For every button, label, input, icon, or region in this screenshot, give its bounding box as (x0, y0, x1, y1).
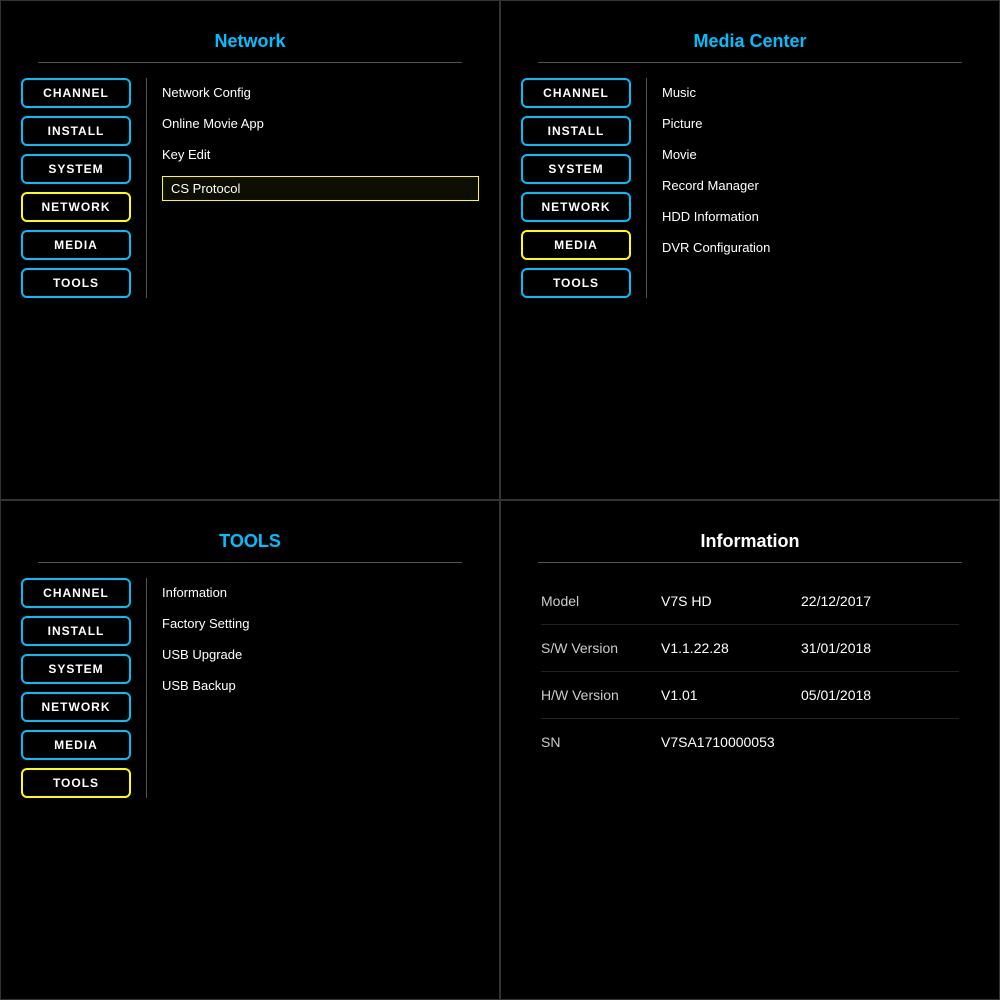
media-center-nav: CHANNEL INSTALL SYSTEM NETWORK MEDIA TOO… (521, 78, 631, 298)
media-btn-network[interactable]: NETWORK (521, 192, 631, 222)
info-value-sw: V1.1.22.28 (661, 640, 781, 656)
info-value-hw: V1.01 (661, 687, 781, 703)
information-quadrant: Information Model V7S HD 22/12/2017 S/W … (500, 500, 1000, 1000)
network-vert-divider (146, 78, 147, 298)
tools-btn-system[interactable]: SYSTEM (21, 654, 131, 684)
network-title: Network (214, 31, 285, 52)
tools-btn-network[interactable]: NETWORK (21, 692, 131, 722)
network-btn-tools[interactable]: TOOLS (21, 268, 131, 298)
info-date-hw: 05/01/2018 (801, 687, 871, 703)
network-menu-movie-app[interactable]: Online Movie App (162, 114, 479, 133)
info-row-sn: SN V7SA1710000053 (541, 719, 959, 765)
info-value-sn: V7SA1710000053 (661, 734, 781, 750)
information-title: Information (701, 531, 800, 552)
network-nav: CHANNEL INSTALL SYSTEM NETWORK MEDIA TOO… (21, 78, 131, 298)
tools-btn-media[interactable]: MEDIA (21, 730, 131, 760)
media-center-divider (538, 62, 961, 63)
info-label-model: Model (541, 593, 641, 609)
media-center-quadrant: Media Center CHANNEL INSTALL SYSTEM NETW… (500, 0, 1000, 500)
media-btn-channel[interactable]: CHANNEL (521, 78, 631, 108)
network-btn-channel[interactable]: CHANNEL (21, 78, 131, 108)
media-menu-picture[interactable]: Picture (662, 114, 979, 133)
network-menu-key-edit[interactable]: Key Edit (162, 145, 479, 164)
media-menu-dvr[interactable]: DVR Configuration (662, 238, 979, 257)
network-btn-system[interactable]: SYSTEM (21, 154, 131, 184)
info-label-sw: S/W Version (541, 640, 641, 656)
tools-btn-tools[interactable]: TOOLS (21, 768, 131, 798)
tools-btn-channel[interactable]: CHANNEL (21, 578, 131, 608)
media-menu-record[interactable]: Record Manager (662, 176, 979, 195)
info-row-hw: H/W Version V1.01 05/01/2018 (541, 672, 959, 719)
network-btn-network[interactable]: NETWORK (21, 192, 131, 222)
media-center-vert-divider (646, 78, 647, 298)
tools-vert-divider (146, 578, 147, 798)
information-content: Model V7S HD 22/12/2017 S/W Version V1.1… (501, 578, 999, 765)
tools-menu-usb-upgrade[interactable]: USB Upgrade (162, 645, 479, 664)
information-divider (538, 562, 961, 563)
media-btn-tools[interactable]: TOOLS (521, 268, 631, 298)
info-value-model: V7S HD (661, 593, 781, 609)
network-btn-media[interactable]: MEDIA (21, 230, 131, 260)
media-btn-media[interactable]: MEDIA (521, 230, 631, 260)
tools-content: CHANNEL INSTALL SYSTEM NETWORK MEDIA TOO… (1, 578, 499, 798)
tools-btn-install[interactable]: INSTALL (21, 616, 131, 646)
tools-title: TOOLS (219, 531, 281, 552)
media-menu-movie[interactable]: Movie (662, 145, 979, 164)
network-content: CHANNEL INSTALL SYSTEM NETWORK MEDIA TOO… (1, 78, 499, 298)
info-row-model: Model V7S HD 22/12/2017 (541, 578, 959, 625)
media-menu-music[interactable]: Music (662, 83, 979, 102)
network-menu: Network Config Online Movie App Key Edit… (162, 78, 479, 298)
media-btn-system[interactable]: SYSTEM (521, 154, 631, 184)
tools-menu-factory[interactable]: Factory Setting (162, 614, 479, 633)
network-menu-config[interactable]: Network Config (162, 83, 479, 102)
main-grid: Network CHANNEL INSTALL SYSTEM NETWORK M… (0, 0, 1000, 1000)
info-date-sw: 31/01/2018 (801, 640, 871, 656)
tools-menu: Information Factory Setting USB Upgrade … (162, 578, 479, 798)
tools-menu-information[interactable]: Information (162, 583, 479, 602)
media-center-menu: Music Picture Movie Record Manager HDD I… (662, 78, 979, 298)
info-row-sw: S/W Version V1.1.22.28 31/01/2018 (541, 625, 959, 672)
info-date-model: 22/12/2017 (801, 593, 871, 609)
tools-menu-usb-backup[interactable]: USB Backup (162, 676, 479, 695)
network-quadrant: Network CHANNEL INSTALL SYSTEM NETWORK M… (0, 0, 500, 500)
network-btn-install[interactable]: INSTALL (21, 116, 131, 146)
media-center-title: Media Center (693, 31, 806, 52)
media-center-content: CHANNEL INSTALL SYSTEM NETWORK MEDIA TOO… (501, 78, 999, 298)
network-divider (38, 62, 461, 63)
media-btn-install[interactable]: INSTALL (521, 116, 631, 146)
info-label-sn: SN (541, 734, 641, 750)
media-menu-hdd[interactable]: HDD Information (662, 207, 979, 226)
tools-quadrant: TOOLS CHANNEL INSTALL SYSTEM NETWORK MED… (0, 500, 500, 1000)
network-menu-cs-protocol[interactable]: CS Protocol (162, 176, 479, 201)
info-label-hw: H/W Version (541, 687, 641, 703)
tools-nav: CHANNEL INSTALL SYSTEM NETWORK MEDIA TOO… (21, 578, 131, 798)
tools-divider (38, 562, 461, 563)
